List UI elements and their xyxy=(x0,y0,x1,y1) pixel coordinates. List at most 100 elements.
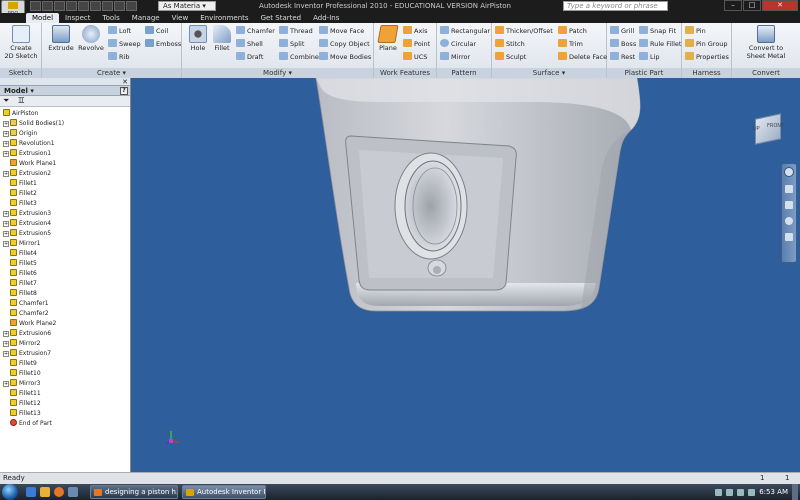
browser-tree-item[interactable]: + Mirror2 xyxy=(0,339,130,349)
revolve-button[interactable]: Revolve xyxy=(77,25,105,52)
rest-button[interactable]: Rest xyxy=(610,52,635,62)
update-icon[interactable] xyxy=(114,1,125,11)
browser-tree-item[interactable]: + Extrusion2 xyxy=(0,169,130,179)
network-icon[interactable] xyxy=(737,488,745,496)
browser-tree-item[interactable]: + Extrusion6 xyxy=(0,329,130,339)
tab-model[interactable]: Model xyxy=(26,13,60,23)
help-search-input[interactable]: Type a keyword or phrase xyxy=(563,1,668,11)
browser-tree-item[interactable]: + Extrusion4 xyxy=(0,219,130,229)
expand-toggle[interactable]: + xyxy=(3,351,9,357)
browser-tree-item[interactable]: + Extrusion5 xyxy=(0,229,130,239)
browser-tree-item[interactable]: Fillet8 xyxy=(0,289,130,299)
expand-toggle[interactable]: + xyxy=(3,121,9,127)
tray-icon-2[interactable] xyxy=(726,488,734,496)
browser-tree-item[interactable]: + Solid Bodies(1) xyxy=(0,119,130,129)
boss-button[interactable]: Boss xyxy=(610,39,636,49)
axis-button[interactable]: Axis xyxy=(403,26,428,36)
start-button[interactable] xyxy=(2,484,18,500)
browser-tree-item[interactable]: AirPiston xyxy=(0,109,130,119)
close-browser-icon[interactable]: ✕ xyxy=(122,78,128,86)
taskbar-firefox-window[interactable]: designing a piston h... xyxy=(90,485,178,499)
create-2d-sketch-button[interactable]: Create 2D Sketch xyxy=(3,25,39,60)
chamfer-button[interactable]: Chamfer xyxy=(236,26,275,36)
browser-tree-item[interactable]: + Revolution1 xyxy=(0,139,130,149)
find-icon[interactable]: ♊ xyxy=(18,96,25,105)
expand-toggle[interactable]: + xyxy=(3,141,9,147)
tab-add-ins[interactable]: Add-Ins xyxy=(307,13,345,23)
ie-icon[interactable] xyxy=(26,487,36,497)
tab-inspect[interactable]: Inspect xyxy=(59,13,97,23)
tray-icon-1[interactable] xyxy=(715,488,723,496)
convert-to-sheet-metal-button[interactable]: Convert to Sheet Metal xyxy=(736,25,796,60)
return-icon[interactable] xyxy=(102,1,113,11)
look-at-icon[interactable] xyxy=(785,233,793,241)
browser-tree-item[interactable]: + Extrusion3 xyxy=(0,209,130,219)
move-bodies-button[interactable]: Move Bodies xyxy=(319,52,371,62)
browser-title[interactable]: Model ▾ xyxy=(4,87,34,95)
browser-tree-item[interactable]: Fillet2 xyxy=(0,189,130,199)
plane-button[interactable]: Plane xyxy=(376,25,400,52)
steering-wheel-icon[interactable] xyxy=(784,167,794,177)
expand-toggle[interactable]: + xyxy=(3,241,9,247)
maximize-button[interactable]: □ xyxy=(743,0,761,11)
close-button[interactable]: ✕ xyxy=(762,0,798,11)
expand-toggle[interactable]: + xyxy=(3,331,9,337)
browser-tree-item[interactable]: Fillet9 xyxy=(0,359,130,369)
redo-icon[interactable] xyxy=(78,1,89,11)
browser-tree-item[interactable]: Work Plane1 xyxy=(0,159,130,169)
loft-button[interactable]: Loft xyxy=(108,26,131,36)
firefox-icon[interactable] xyxy=(54,487,64,497)
orbit-icon[interactable] xyxy=(785,217,793,225)
copy-object-button[interactable]: Copy Object xyxy=(319,39,370,49)
open-icon[interactable] xyxy=(42,1,53,11)
browser-tree-item[interactable]: Fillet5 xyxy=(0,259,130,269)
snap-fit-button[interactable]: Snap Fit xyxy=(639,26,676,36)
help-icon[interactable]: ? xyxy=(120,87,128,95)
sketch-icon[interactable] xyxy=(126,1,137,11)
show-desktop-button[interactable] xyxy=(792,484,798,500)
undo-icon[interactable] xyxy=(66,1,77,11)
ucs-button[interactable]: UCS xyxy=(403,52,427,62)
expand-toggle[interactable]: + xyxy=(3,381,9,387)
zoom-icon[interactable] xyxy=(785,201,793,209)
thread-button[interactable]: Thread xyxy=(279,26,313,36)
browser-tree-item[interactable]: Fillet10 xyxy=(0,369,130,379)
expand-toggle[interactable]: + xyxy=(3,151,9,157)
combine-button[interactable]: Combine xyxy=(279,52,319,62)
browser-tree-item[interactable]: + Extrusion1 xyxy=(0,149,130,159)
expand-toggle[interactable]: + xyxy=(3,221,9,227)
material-dropdown[interactable]: As Materia ▾ xyxy=(158,1,216,11)
browser-tree-item[interactable]: Fillet4 xyxy=(0,249,130,259)
stitch-button[interactable]: Stitch xyxy=(495,39,525,49)
browser-tree-item[interactable]: + Mirror3 xyxy=(0,379,130,389)
browser-tree-item[interactable]: + Origin xyxy=(0,129,130,139)
expand-toggle[interactable]: + xyxy=(3,231,9,237)
browser-tree-item[interactable]: Fillet3 xyxy=(0,199,130,209)
tab-tools[interactable]: Tools xyxy=(97,13,126,23)
viewcube[interactable]: UP FRONT xyxy=(751,112,785,146)
browser-tree-item[interactable]: Fillet1 xyxy=(0,179,130,189)
save-icon[interactable] xyxy=(54,1,65,11)
emboss-button[interactable]: Emboss xyxy=(145,39,181,49)
mirror-button[interactable]: Mirror xyxy=(440,52,470,62)
pin-group-button[interactable]: Pin Group xyxy=(685,39,728,49)
shell-button[interactable]: Shell xyxy=(236,39,263,49)
hole-button[interactable]: Hole xyxy=(186,25,210,52)
rule-fillet-button[interactable]: Rule Fillet xyxy=(639,39,681,49)
pin-button[interactable]: Pin xyxy=(685,26,706,36)
lip-button[interactable]: Lip xyxy=(639,52,660,62)
point-button[interactable]: Point xyxy=(403,39,430,49)
browser-tree-item[interactable]: Fillet13 xyxy=(0,409,130,419)
browser-tree-item[interactable]: Fillet7 xyxy=(0,279,130,289)
fillet-button[interactable]: Fillet xyxy=(210,25,234,52)
tab-get-started[interactable]: Get Started xyxy=(255,13,308,23)
rib-button[interactable]: Rib xyxy=(108,52,129,62)
browser-tree-item[interactable]: Chamfer1 xyxy=(0,299,130,309)
browser-header[interactable]: Model ▾? xyxy=(0,86,130,96)
sculpt-button[interactable]: Sculpt xyxy=(495,52,526,62)
split-button[interactable]: Split xyxy=(279,39,304,49)
filter-icon[interactable]: ⏷ xyxy=(3,96,9,105)
properties-button[interactable]: Properties xyxy=(685,52,729,62)
browser-tree-item[interactable]: Fillet12 xyxy=(0,399,130,409)
clock[interactable]: 6:53 AM xyxy=(759,484,788,500)
